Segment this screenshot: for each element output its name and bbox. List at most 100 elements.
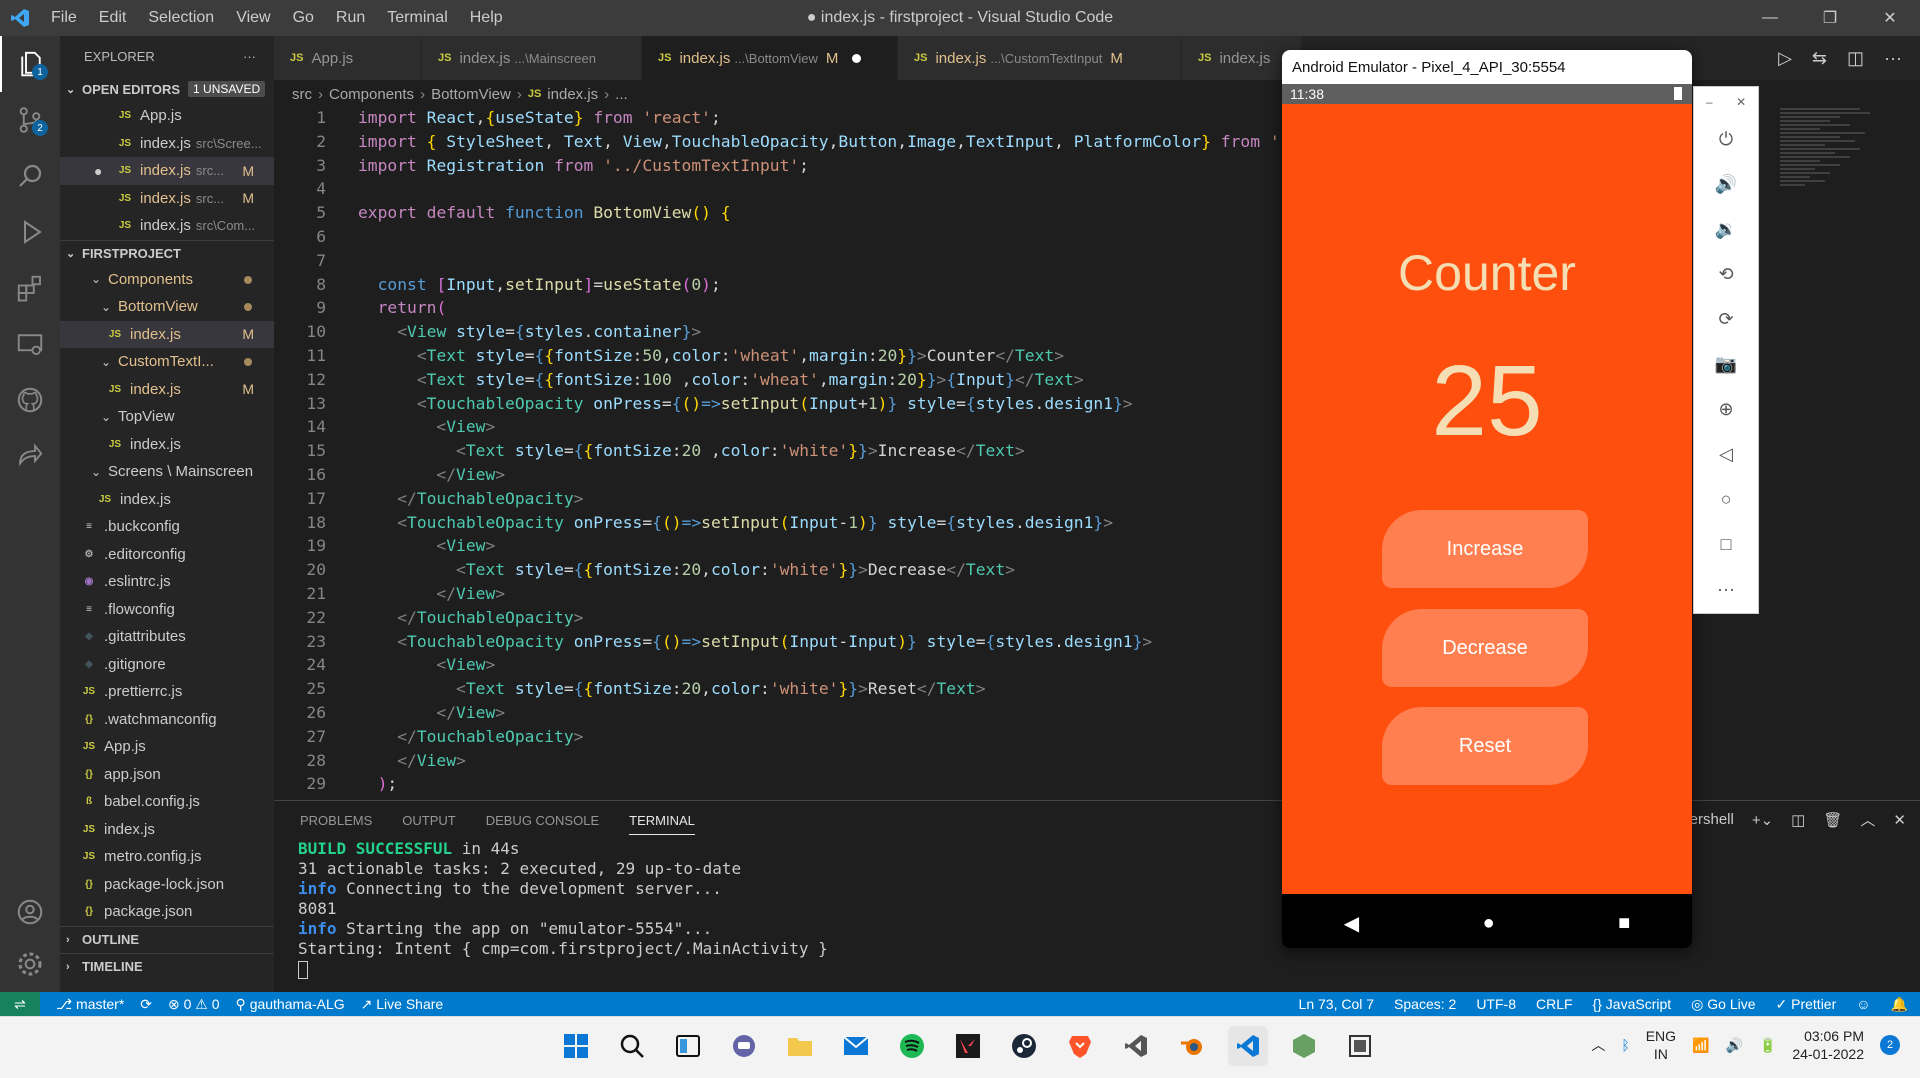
valorant-icon[interactable] xyxy=(948,1026,988,1066)
file-app-js[interactable]: JS App.js xyxy=(60,733,274,761)
language-mode[interactable]: {} JavaScript xyxy=(1593,996,1672,1013)
cursor-position[interactable]: Ln 73, Col 7 xyxy=(1299,996,1375,1013)
home-icon[interactable]: ○ xyxy=(1694,477,1758,522)
file-package-json[interactable]: {} package.json xyxy=(60,898,274,926)
trash-icon[interactable]: 🗑 xyxy=(1823,811,1842,829)
add-terminal-icon[interactable]: +⌄ xyxy=(1752,811,1773,829)
more-icon[interactable]: ··· xyxy=(1694,567,1758,612)
source-control-icon[interactable]: 2 xyxy=(0,92,60,148)
open-editor-item[interactable]: JS index.js src\Com... xyxy=(60,212,274,240)
menu-run[interactable]: Run xyxy=(325,9,376,27)
end-of-line[interactable]: CRLF xyxy=(1536,996,1573,1013)
notifications-bell-icon[interactable]: 🔔 xyxy=(1891,996,1908,1013)
nav-recents-icon[interactable]: ■ xyxy=(1618,912,1630,935)
close-panel-icon[interactable]: ✕ xyxy=(1893,811,1906,829)
remote-explorer-icon[interactable] xyxy=(0,316,60,372)
close-icon[interactable]: ✕ xyxy=(1736,95,1746,109)
tab-app-js[interactable]: JS App.js xyxy=(274,36,422,80)
nav-back-icon[interactable]: ◀ xyxy=(1344,911,1359,936)
more-icon[interactable]: ··· xyxy=(1884,48,1902,69)
extensions-icon[interactable] xyxy=(0,260,60,316)
file-gitignore[interactable]: ◆ .gitignore xyxy=(60,651,274,679)
file-flowconfig[interactable]: ≡ .flowconfig xyxy=(60,596,274,624)
file-eslintrc[interactable]: ◉ .eslintrc.js xyxy=(60,568,274,596)
volume-down-icon[interactable]: 🔉 xyxy=(1694,207,1758,252)
windows-start-icon[interactable] xyxy=(556,1026,596,1066)
indentation[interactable]: Spaces: 2 xyxy=(1394,996,1456,1013)
terminal-shell-label[interactable]: ershell xyxy=(1690,811,1734,828)
outline-header[interactable]: › OUTLINE xyxy=(60,925,274,953)
tab-customtextinput-index[interactable]: JS index.js ...\CustomTextInput M xyxy=(898,36,1182,80)
file-buckconfig[interactable]: ≡ .buckconfig xyxy=(60,513,274,541)
feedback-icon[interactable]: ☺ xyxy=(1856,996,1870,1013)
split-terminal-icon[interactable]: ◫ xyxy=(1791,811,1805,829)
open-editor-item-active[interactable]: ● JS index.js src... M xyxy=(60,157,274,185)
timeline-header[interactable]: › TIMELINE xyxy=(60,952,274,980)
accounts-icon[interactable] xyxy=(0,884,60,940)
battery-icon[interactable]: 🔋 xyxy=(1759,1037,1776,1054)
file-index-js[interactable]: JS index.js xyxy=(60,816,274,844)
open-editors-header[interactable]: ⌄ OPEN EDITORS 1 UNSAVED xyxy=(60,76,274,102)
run-debug-icon[interactable] xyxy=(0,204,60,260)
menu-selection[interactable]: Selection xyxy=(137,9,225,27)
minimize-icon[interactable]: – xyxy=(1706,95,1713,109)
live-share-status[interactable]: ↗ Live Share xyxy=(361,996,444,1013)
go-live-button[interactable]: ◎ Go Live xyxy=(1691,996,1755,1013)
open-editor-item[interactable]: JS App.js xyxy=(60,102,274,130)
github-icon[interactable] xyxy=(0,372,60,428)
back-icon[interactable]: ◁ xyxy=(1694,432,1758,477)
spotify-icon[interactable] xyxy=(892,1026,932,1066)
nodejs-icon[interactable] xyxy=(1284,1026,1324,1066)
tab-bottomview-index[interactable]: JS index.js ...\BottomView M xyxy=(642,36,898,80)
notification-badge[interactable]: 2 xyxy=(1880,1035,1900,1055)
file-package-lock[interactable]: {} package-lock.json xyxy=(60,871,274,899)
decrease-button[interactable]: Decrease xyxy=(1382,609,1588,687)
rotate-left-icon[interactable]: ⟲ xyxy=(1694,252,1758,297)
wifi-icon[interactable]: 📶 xyxy=(1692,1037,1709,1054)
tab-problems[interactable]: PROBLEMS xyxy=(300,813,372,828)
remote-icon[interactable]: ⇌ xyxy=(0,992,40,1016)
settings-gear-icon[interactable] xyxy=(0,936,60,992)
file-mainscreen-index[interactable]: JS index.js xyxy=(60,486,274,514)
unsaved-dot-icon[interactable]: ● xyxy=(94,163,116,179)
power-icon[interactable]: ⏻ xyxy=(1694,117,1758,162)
file-topview-index[interactable]: JS index.js xyxy=(60,431,274,459)
language-indicator[interactable]: ENG IN xyxy=(1646,1027,1676,1063)
file-watchmanconfig[interactable]: {} .watchmanconfig xyxy=(60,706,274,734)
maximize-panel-icon[interactable]: ︿ xyxy=(1860,809,1875,830)
folder-components[interactable]: ⌄ Components xyxy=(60,266,274,294)
breadcrumb-item[interactable]: index.js xyxy=(547,86,598,103)
file-babel-config[interactable]: ß babel.config.js xyxy=(60,788,274,816)
volume-icon[interactable]: 🔊 xyxy=(1726,1037,1743,1054)
bluetooth-icon[interactable]: ᛒ xyxy=(1621,1037,1629,1053)
menu-help[interactable]: Help xyxy=(459,9,514,27)
vscode-icon[interactable] xyxy=(1228,1026,1268,1066)
file-prettierrc[interactable]: JS .prettierrc.js xyxy=(60,678,274,706)
breadcrumb-item[interactable]: Components xyxy=(329,86,414,103)
file-editorconfig[interactable]: ⚙ .editorconfig xyxy=(60,541,274,569)
brave-browser-icon[interactable] xyxy=(1060,1026,1100,1066)
close-icon[interactable]: ✕ xyxy=(1860,0,1920,36)
android-emulator-icon[interactable] xyxy=(1340,1026,1380,1066)
minimize-icon[interactable]: — xyxy=(1740,0,1800,36)
encoding[interactable]: UTF-8 xyxy=(1476,996,1516,1013)
breadcrumb-item[interactable]: src xyxy=(292,86,312,103)
open-editor-item[interactable]: JS index.js src... M xyxy=(60,185,274,213)
tab-debug-console[interactable]: DEBUG CONSOLE xyxy=(486,813,599,828)
visual-studio-icon[interactable] xyxy=(1116,1026,1156,1066)
file-customtextinput-index[interactable]: JS index.js M xyxy=(60,376,274,404)
open-editor-item[interactable]: JS index.js src\Scree... xyxy=(60,130,274,158)
blender-icon[interactable] xyxy=(1172,1026,1212,1066)
camera-icon[interactable]: 📷 xyxy=(1694,342,1758,387)
menu-go[interactable]: Go xyxy=(282,9,325,27)
rotate-right-icon[interactable]: ⟳ xyxy=(1694,297,1758,342)
minimap[interactable] xyxy=(1780,108,1900,268)
branch-status[interactable]: ⎇ master* xyxy=(56,996,124,1013)
folder-bottomview[interactable]: ⌄ BottomView xyxy=(60,293,274,321)
folder-customtextinput[interactable]: ⌄ CustomTextI... xyxy=(60,348,274,376)
breadcrumb-item[interactable]: BottomView xyxy=(431,86,511,103)
run-icon[interactable]: ▷ xyxy=(1778,48,1792,69)
file-app-json[interactable]: {} app.json xyxy=(60,761,274,789)
tab-output[interactable]: OUTPUT xyxy=(402,813,455,828)
task-view-icon[interactable] xyxy=(668,1026,708,1066)
